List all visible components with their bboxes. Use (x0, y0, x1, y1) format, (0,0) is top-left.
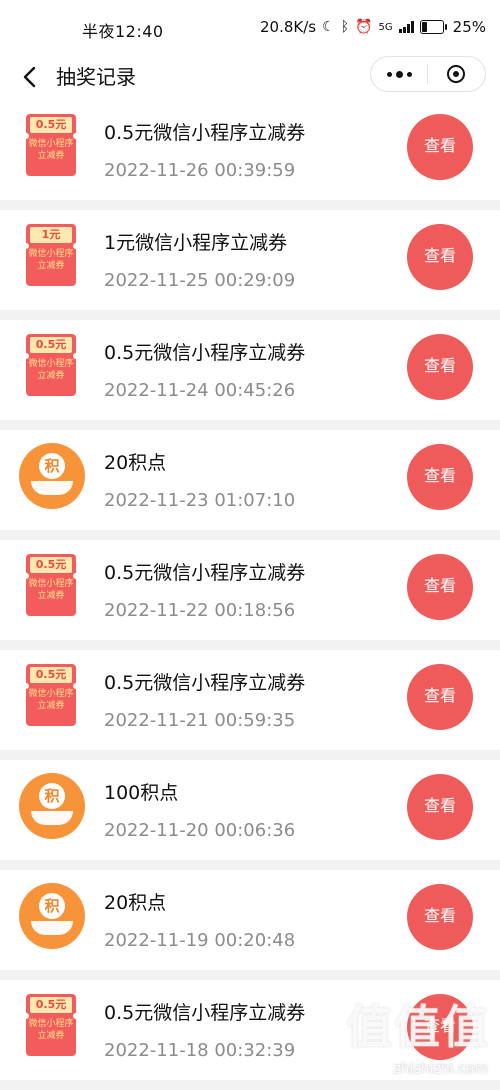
record-time: 2022-11-20 00:06:36 (104, 820, 295, 841)
coupon-icon: 0.5元微信小程序立减券 (26, 554, 76, 616)
miniprogram-capsule (370, 56, 486, 92)
coupon-desc: 微信小程序立减券 (28, 138, 74, 162)
coupon-icon: 0.5元微信小程序立减券 (26, 664, 76, 726)
list-item: 积 20积点 2022-11-23 01:07:10 查看 (0, 430, 500, 530)
view-button[interactable]: 查看 (407, 444, 473, 510)
coupon-desc: 微信小程序立减券 (28, 688, 74, 712)
status-bar: 半夜12:40 20.8K/s ☾ ᛒ ⏰ 5G 25% (0, 0, 500, 56)
coupon-icon: 0.5元微信小程序立减券 (26, 334, 76, 396)
chevron-left-icon (22, 66, 36, 88)
hand-icon (31, 921, 73, 935)
status-right: 20.8K/s ☾ ᛒ ⏰ 5G 25% (260, 18, 486, 36)
points-icon: 积 (19, 883, 85, 949)
coupon-icon: 0.5元微信小程序立减券 (26, 114, 76, 176)
record-title: 0.5元微信小程序立减券 (104, 558, 305, 585)
points-coin: 积 (39, 893, 65, 919)
list-item: 1元微信小程序立减券1元微信小程序立减券2022-11-25 00:29:09查… (0, 210, 500, 310)
record-list: 0.5元微信小程序立减券0.5元微信小程序立减券2022-11-26 00:39… (0, 100, 500, 1090)
more-button[interactable] (371, 57, 427, 91)
view-button[interactable]: 查看 (407, 994, 473, 1060)
view-button[interactable]: 查看 (407, 554, 473, 620)
record-time: 2022-11-26 00:39:59 (104, 160, 295, 181)
list-item: 0.5元微信小程序立减券0.5元微信小程序立减券2022-11-22 00:18… (0, 540, 500, 640)
bluetooth-icon: ᛒ (341, 19, 349, 35)
more-dot-icon (396, 71, 403, 78)
coupon-desc: 微信小程序立减券 (28, 1018, 74, 1042)
view-button[interactable]: 查看 (407, 334, 473, 400)
record-title: 100积点 (104, 778, 178, 805)
hand-icon (31, 811, 73, 825)
page-title: 抽奖记录 (56, 61, 136, 90)
view-button[interactable]: 查看 (407, 774, 473, 840)
record-title: 20积点 (104, 888, 166, 915)
more-dot-icon (387, 72, 392, 77)
coupon-desc: 微信小程序立减券 (28, 358, 74, 382)
coupon-icon: 0.5元微信小程序立减券 (26, 994, 76, 1056)
coupon-value: 0.5元 (30, 667, 72, 683)
status-time: 半夜12:40 (82, 18, 164, 42)
points-icon: 积 (19, 773, 85, 839)
coupon-value: 0.5元 (30, 997, 72, 1013)
coupon-value: 0.5元 (30, 337, 72, 353)
record-time: 2022-11-24 00:45:26 (104, 380, 295, 401)
close-miniprogram-button[interactable] (428, 57, 484, 91)
list-item: 0.5元微信小程序立减券0.5元微信小程序立减券2022-11-24 00:45… (0, 320, 500, 420)
list-item: 0.5元微信小程序立减券0.5元微信小程序立减券2022-11-21 00:59… (0, 650, 500, 750)
more-dot-icon (407, 72, 412, 77)
record-time: 2022-11-21 00:59:35 (104, 710, 295, 731)
record-title: 1元微信小程序立减券 (104, 228, 287, 255)
view-button[interactable]: 查看 (407, 664, 473, 730)
record-time: 2022-11-22 00:18:56 (104, 600, 295, 621)
list-item: 积 100积点 2022-11-20 00:06:36 查看 (0, 760, 500, 860)
coupon-value: 1元 (30, 227, 72, 243)
battery-level: 25% (453, 18, 486, 36)
view-button[interactable]: 查看 (407, 224, 473, 290)
record-time: 2022-11-25 00:29:09 (104, 270, 295, 291)
list-item: 积 20积点 2022-11-19 00:20:48 查看 (0, 870, 500, 970)
target-icon (447, 65, 465, 83)
signal-icon (399, 21, 414, 33)
view-button[interactable]: 查看 (407, 114, 473, 180)
record-title: 0.5元微信小程序立减券 (104, 338, 305, 365)
coupon-desc: 微信小程序立减券 (28, 578, 74, 602)
record-title: 20积点 (104, 448, 166, 475)
record-time: 2022-11-23 01:07:10 (104, 490, 295, 511)
coupon-desc: 微信小程序立减券 (28, 248, 74, 272)
record-title: 0.5元微信小程序立减券 (104, 998, 305, 1025)
list-item: 0.5元微信小程序立减券0.5元微信小程序立减券2022-11-26 00:39… (0, 100, 500, 200)
network-type: 5G (379, 22, 393, 33)
hand-icon (31, 481, 73, 495)
coupon-icon: 1元微信小程序立减券 (26, 224, 76, 286)
points-coin: 积 (39, 783, 65, 809)
record-time: 2022-11-18 00:32:39 (104, 1040, 295, 1061)
points-coin: 积 (39, 453, 65, 479)
coupon-value: 0.5元 (30, 117, 72, 133)
nav-bar: 抽奖记录 (0, 56, 500, 100)
moon-icon: ☾ (322, 19, 335, 35)
points-icon: 积 (19, 443, 85, 509)
view-button[interactable]: 查看 (407, 884, 473, 950)
back-button[interactable] (14, 60, 44, 94)
record-time: 2022-11-19 00:20:48 (104, 930, 295, 951)
list-item: 0.5元微信小程序立减券0.5元微信小程序立减券2022-11-18 00:32… (0, 980, 500, 1080)
record-title: 0.5元微信小程序立减券 (104, 668, 305, 695)
alarm-icon: ⏰ (355, 19, 372, 35)
record-title: 0.5元微信小程序立减券 (104, 118, 305, 145)
coupon-value: 0.5元 (30, 557, 72, 573)
battery-icon (420, 20, 444, 34)
net-speed: 20.8K/s (260, 18, 316, 36)
